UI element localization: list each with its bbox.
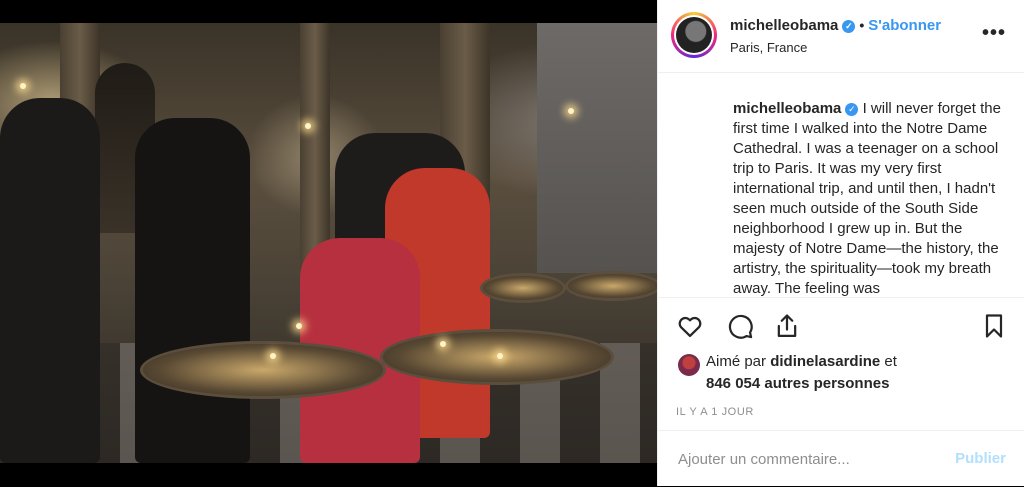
photo-candle-stand [565,271,657,301]
verified-badge-icon: ✓ [845,103,859,116]
likes-summary: Aimé par didinelasardine et 846 054 autr… [706,351,897,395]
avatar [674,15,714,55]
photo-figure [0,98,100,463]
photo-wall [537,23,657,273]
photo-candle-flame [296,323,302,329]
likes-prefix: Aimé par [706,353,767,370]
post-sidebar: michelleobama ✓ • S'abonner Paris, France •… [657,0,1024,486]
verified-badge-icon: ✓ [842,20,856,33]
author-username[interactable]: michelleobama [730,17,838,34]
photo-candle-flame [270,353,276,359]
caption-text: I will never forget the first time I wal… [733,100,1001,296]
post-actions: Aimé par didinelasardine et 846 054 autr… [658,297,1024,438]
liker-avatar[interactable] [678,354,700,376]
photo-candle-stand [480,273,566,303]
bookmark-icon[interactable] [980,312,1008,340]
liker-username[interactable]: didinelasardine [770,353,880,370]
header-user-line: michelleobama ✓ • S'abonner [730,17,941,34]
post-header: michelleobama ✓ • S'abonner Paris, France •… [658,0,1024,73]
post-photo[interactable] [0,23,657,463]
share-icon[interactable] [773,312,801,340]
comment-input[interactable] [676,446,930,472]
caption-area: michelleobama ✓ I will never forget the f… [658,73,1024,296]
photo-light [568,108,574,114]
photo-candle-stand [140,341,386,399]
photo-candle-flame [497,353,503,359]
follow-button[interactable]: S'abonner [868,17,941,34]
avatar-image [676,17,712,53]
post-timestamp[interactable]: IL Y A 1 JOUR [676,406,754,418]
heart-icon[interactable] [676,312,704,340]
separator-dot: • [859,17,865,33]
photo-light [305,123,311,129]
photo-candle-flame [440,341,446,347]
caption: michelleobama ✓ I will never forget the f… [733,99,1015,296]
comment-bar: Publier [658,430,1024,487]
photo-light [20,83,26,89]
caption-username[interactable]: michelleobama [733,100,841,117]
post-location[interactable]: Paris, France [730,40,807,55]
more-options-icon[interactable]: ••• [982,22,1006,45]
photo-figure [135,118,250,463]
publish-button[interactable]: Publier [955,450,1006,467]
post-media-pane [0,0,657,486]
likes-conjunction: et [884,353,897,370]
likes-count[interactable]: 846 054 autres personnes [706,375,889,392]
comment-icon[interactable] [726,312,754,340]
story-ring[interactable] [671,12,717,58]
